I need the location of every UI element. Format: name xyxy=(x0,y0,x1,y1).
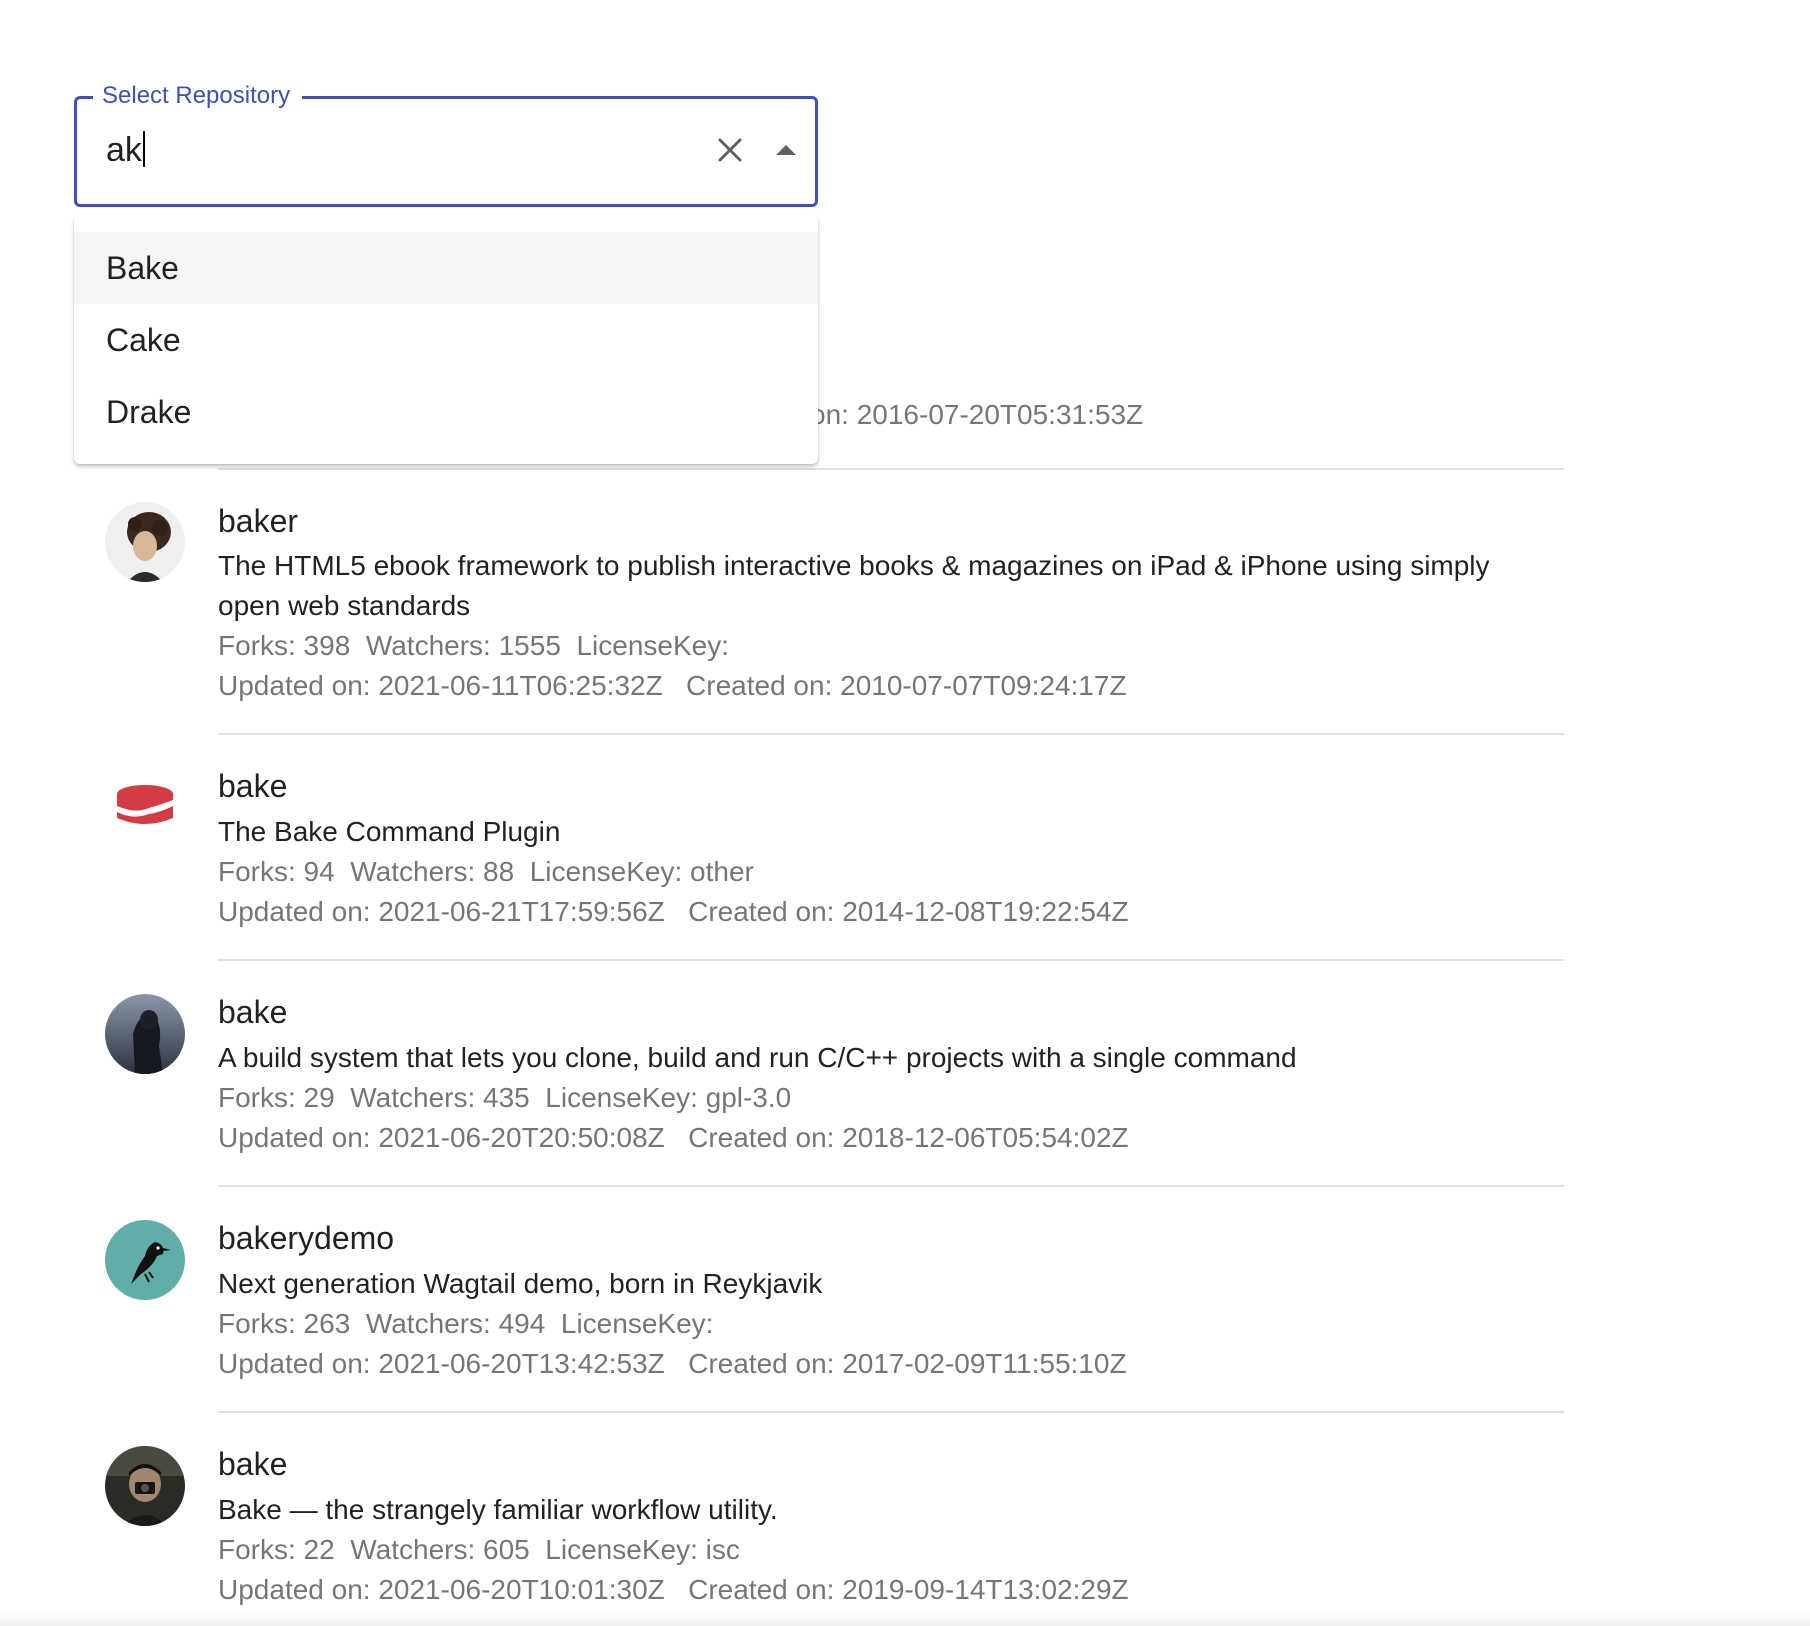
row-divider xyxy=(218,468,1564,470)
repo-dates: Updated on: 2021-06-21T17:59:56Z Created… xyxy=(218,896,1129,927)
repo-description: Bake — the strangely familiar workflow u… xyxy=(218,1494,778,1525)
repo-stats: Forks: 29 Watchers: 435 LicenseKey: gpl-… xyxy=(218,1082,792,1113)
wagtail-bird-avatar xyxy=(105,1220,185,1300)
row-divider xyxy=(218,1411,1564,1413)
hooded-figure-avatar xyxy=(105,994,185,1074)
clear-button[interactable] xyxy=(707,129,753,175)
repo-name: bake xyxy=(218,1446,288,1482)
search-input[interactable]: ak xyxy=(106,127,145,173)
option-bake[interactable]: Bake xyxy=(74,232,818,304)
text-cursor xyxy=(142,131,145,167)
search-input-value: ak xyxy=(106,131,142,169)
repo-description: The Bake Command Plugin xyxy=(218,816,561,847)
close-icon xyxy=(716,136,744,169)
partial-created-date: on: 2016-07-20T05:31:53Z xyxy=(810,399,1144,430)
repo-dates: Updated on: 2021-06-20T20:50:08Z Created… xyxy=(218,1122,1129,1153)
option-cake[interactable]: Cake xyxy=(74,304,818,376)
page-bottom-shadow xyxy=(0,1612,1810,1626)
repo-dates: Updated on: 2021-06-20T13:42:53Z Created… xyxy=(218,1348,1127,1379)
repo-name: bake xyxy=(218,994,288,1030)
option-drake[interactable]: Drake xyxy=(74,376,818,448)
cakephp-logo-avatar xyxy=(105,768,185,848)
repo-description: The HTML5 ebook framework to publish int… xyxy=(218,550,1490,621)
curly-hair-person-avatar xyxy=(105,502,185,582)
repository-select-label: Select Repository xyxy=(93,82,303,110)
repo-name: baker xyxy=(218,503,299,539)
repo-stats: Forks: 22 Watchers: 605 LicenseKey: isc xyxy=(218,1534,740,1565)
row-divider xyxy=(218,733,1564,735)
repo-dates: Updated on: 2021-06-11T06:25:32Z Created… xyxy=(218,670,1127,701)
row-divider xyxy=(218,959,1564,961)
photographer-avatar xyxy=(105,1446,185,1526)
repo-stats: Forks: 263 Watchers: 494 LicenseKey: xyxy=(218,1308,722,1339)
repo-name: bakerydemo xyxy=(218,1220,395,1256)
repository-options-listbox: Bake Cake Drake xyxy=(74,214,818,464)
repo-description: Next generation Wagtail demo, born in Re… xyxy=(218,1268,823,1299)
repo-description: A build system that lets you clone, buil… xyxy=(218,1042,1297,1073)
repo-name: bake xyxy=(218,768,288,804)
repo-stats: Forks: 94 Watchers: 88 LicenseKey: other xyxy=(218,856,754,887)
repository-autocomplete[interactable]: Select Repository ak xyxy=(74,82,818,207)
row-divider xyxy=(218,1185,1564,1187)
repo-dates: Updated on: 2021-06-20T10:01:30Z Created… xyxy=(218,1574,1129,1605)
popup-toggle-button[interactable] xyxy=(763,129,809,175)
arrow-up-icon xyxy=(774,143,798,162)
repo-stats: Forks: 398 Watchers: 1555 LicenseKey: xyxy=(218,630,737,661)
